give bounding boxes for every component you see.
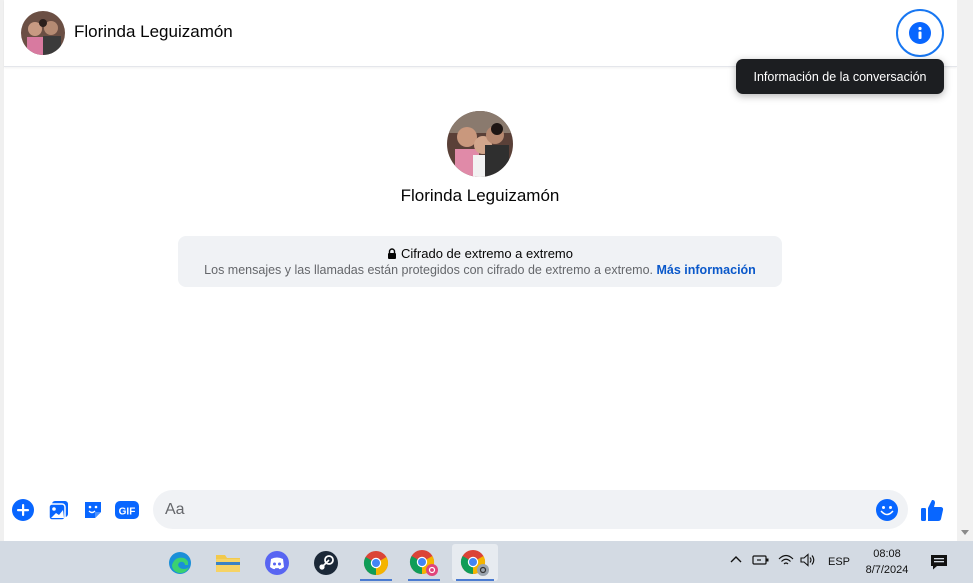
gif-icon[interactable]: GIF [115, 498, 139, 522]
steam-icon[interactable] [306, 544, 346, 581]
running-indicator [408, 579, 440, 581]
notification-icon[interactable] [929, 552, 949, 572]
chrome-icon[interactable] [356, 544, 396, 581]
encryption-title-text: Cifrado de extremo a extremo [401, 246, 573, 261]
info-tooltip: Información de la conversación [736, 59, 944, 94]
info-icon [909, 22, 931, 44]
message-input[interactable] [165, 499, 855, 521]
image-icon[interactable] [47, 498, 71, 522]
thumbs-up-icon[interactable] [919, 497, 945, 523]
volume-icon[interactable] [800, 553, 816, 570]
chrome-profile-active-icon[interactable] [452, 544, 498, 581]
encryption-notice: Cifrado de extremo a extremo Los mensaje… [178, 236, 782, 287]
chat-header: Florinda Leguizamón [4, 0, 957, 67]
encryption-description-text: Los mensajes y las llamadas están proteg… [204, 263, 654, 277]
clock-time: 08:08 [873, 548, 901, 560]
conversation-info-button[interactable] [896, 9, 944, 57]
discord-icon[interactable] [257, 544, 297, 581]
encryption-title: Cifrado de extremo a extremo [178, 246, 782, 261]
chrome-profile-icon[interactable] [404, 544, 444, 581]
learn-more-link[interactable]: Más información [657, 263, 756, 277]
wifi-icon[interactable] [778, 553, 794, 570]
clock-date: 8/7/2024 [865, 564, 909, 576]
language-indicator[interactable]: ESP [828, 556, 850, 568]
message-input-box [153, 490, 908, 529]
sticker-icon[interactable] [81, 498, 105, 522]
plus-icon[interactable] [11, 498, 35, 522]
gif-label: GIF [119, 507, 136, 518]
contact-avatar[interactable] [21, 11, 65, 55]
contact-name[interactable]: Florinda Leguizamón [74, 22, 233, 42]
page-scrollbar[interactable] [957, 0, 973, 541]
chevron-up-icon[interactable] [730, 554, 742, 567]
lock-icon [388, 248, 397, 259]
scroll-down-icon[interactable] [961, 530, 969, 535]
encryption-description: Los mensajes y las llamadas están proteg… [178, 263, 782, 277]
running-indicator [456, 579, 494, 581]
running-indicator [360, 579, 392, 581]
edge-icon[interactable] [160, 544, 200, 581]
file-explorer-icon[interactable] [208, 544, 248, 581]
profile-avatar[interactable] [447, 111, 513, 177]
emoji-icon[interactable] [875, 498, 899, 522]
taskbar: ESP 08:08 8/7/2024 [0, 541, 973, 583]
profile-name: Florinda Leguizamón [400, 186, 560, 205]
battery-icon[interactable] [752, 554, 770, 569]
system-clock[interactable]: 08:08 8/7/2024 [860, 546, 914, 578]
